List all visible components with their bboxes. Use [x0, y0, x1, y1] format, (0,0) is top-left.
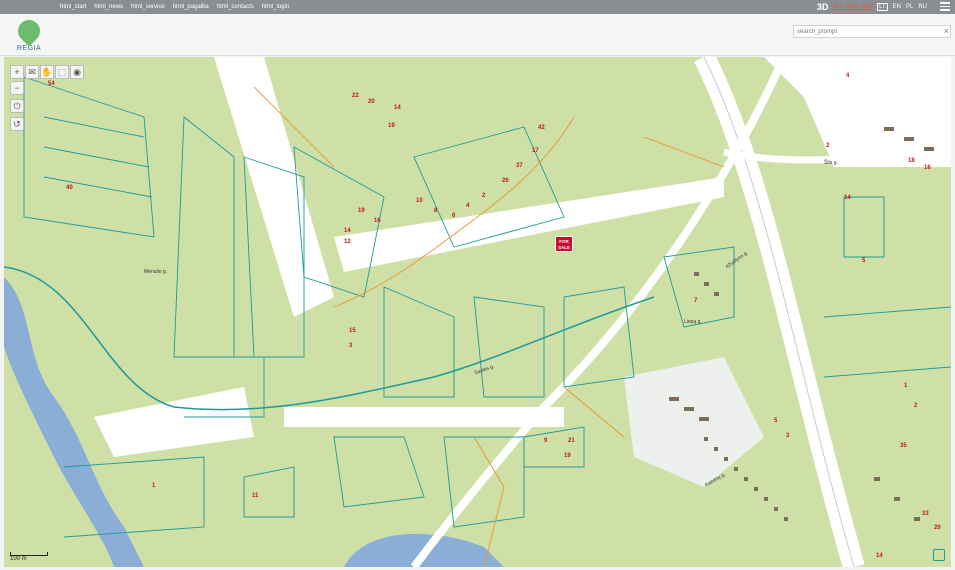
plot-number: 1 [904, 383, 908, 389]
plot-number: 12 [344, 239, 351, 245]
boundary-lines [253, 86, 725, 567]
pan-hand-icon[interactable]: ✋ [40, 65, 54, 79]
plot-number: 19 [358, 208, 365, 214]
search-clear-icon[interactable]: × [944, 25, 949, 38]
clearing-north [214, 57, 334, 317]
plot-number: 1 [152, 483, 156, 489]
plot-number: 20 [368, 99, 375, 105]
plot-number: 42 [538, 125, 545, 131]
for-sale-text: SALE [557, 245, 570, 250]
plot-number-labels: 54 22 20 14 19 42 4 2 14 5 40 19 16 14 1… [48, 73, 941, 559]
plot-number: 14 [876, 553, 883, 559]
plot-number: 54 [48, 81, 55, 87]
plot-number: 21 [568, 438, 575, 444]
plot-number: 20 [934, 525, 941, 531]
header: REGIA × [0, 14, 955, 56]
for-sale-marker[interactable]: FOR SALE [555, 236, 573, 252]
refresh-icon[interactable]: ↺ [10, 117, 24, 131]
plot-number: 7 [694, 298, 698, 304]
plot-number: 10 [416, 198, 423, 204]
top-right: 3D link_regia_sen LT EN PL RU [817, 2, 927, 12]
scale-bar: 100 m [10, 552, 48, 562]
zoom-out-button[interactable]: − [10, 81, 24, 95]
nav-service[interactable]: html_service [131, 4, 165, 10]
nav-help[interactable]: html_pagalba [173, 4, 209, 10]
3d-button[interactable]: 3D [817, 2, 829, 12]
nav-contacts[interactable]: html_contacts [217, 4, 254, 10]
plot-number: 16 [374, 218, 381, 224]
plot-number: 26 [502, 178, 509, 184]
nav-news[interactable]: html_news [94, 4, 123, 10]
plot-number: 15 [349, 328, 356, 334]
fullscreen-icon[interactable] [933, 549, 945, 561]
built-area [624, 357, 764, 487]
plot-number: 9 [544, 438, 548, 444]
plot-number: 19 [564, 453, 571, 459]
map-svg: 54 22 20 14 19 42 4 2 14 5 40 19 16 14 1… [4, 57, 951, 567]
plot-number: 35 [900, 443, 907, 449]
mail-icon[interactable]: ✉ [25, 65, 39, 79]
map-toolbar: + ✉ ✋ ⬚ ◉ [10, 65, 84, 79]
locate-icon[interactable]: ◉ [70, 65, 84, 79]
plot-number: 14 [344, 228, 351, 234]
plot-number: 5 [774, 418, 778, 424]
hamburger-menu-icon[interactable] [940, 2, 950, 11]
plot-number: 19 [388, 123, 395, 129]
plot-number: 37 [516, 163, 523, 169]
map-canvas[interactable]: 54 22 20 14 19 42 4 2 14 5 40 19 16 14 1… [4, 57, 951, 567]
top-bar: html_start html_news html_service html_p… [0, 0, 955, 14]
plot-number: 14 [394, 105, 401, 111]
plot-number: 17 [532, 148, 539, 154]
plot-number: 5 [862, 258, 866, 264]
plot-number: 40 [66, 185, 73, 191]
search-input[interactable] [793, 25, 951, 38]
select-area-icon[interactable]: ⬚ [55, 65, 69, 79]
lang-ru[interactable]: RU [918, 4, 927, 10]
plot-number: 14 [844, 195, 851, 201]
plot-number: 2 [914, 403, 918, 409]
plot-number: 11 [252, 493, 259, 499]
lang-pl[interactable]: PL [906, 4, 913, 10]
power-icon[interactable]: ⏻ [10, 99, 24, 113]
plot-number: 3 [786, 433, 790, 439]
street-label: Liepų g. [684, 319, 702, 325]
plot-number: 22 [352, 93, 359, 99]
logo-drop-icon [13, 15, 45, 47]
plot-number: 33 [922, 511, 929, 517]
scale-label: 100 m [10, 556, 27, 562]
nav-login[interactable]: html_login [262, 4, 289, 10]
top-nav: html_start html_news html_service html_p… [60, 4, 289, 10]
street-label: Mėnulio g. [144, 269, 168, 275]
lang-lt[interactable]: LT [877, 3, 888, 11]
zoom-in-button[interactable]: + [10, 65, 24, 79]
logo[interactable]: REGIA [12, 15, 46, 54]
regia-link[interactable]: link_regia_sen [833, 4, 872, 10]
plot-number: 4 [466, 203, 470, 209]
clearing-south [284, 407, 564, 427]
plot-number: 6 [452, 213, 456, 219]
nav-start[interactable]: html_start [60, 4, 86, 10]
plot-number: 18 [908, 158, 915, 164]
clearing-west [94, 387, 254, 457]
plot-number: 3 [349, 343, 353, 349]
map-vertical-tools: − ⏻ ↺ [10, 81, 24, 131]
lang-en[interactable]: EN [893, 4, 901, 10]
street-label: Šilo g. [824, 160, 838, 166]
plot-number: 2 [482, 193, 486, 199]
plot-number: 16 [924, 165, 931, 171]
